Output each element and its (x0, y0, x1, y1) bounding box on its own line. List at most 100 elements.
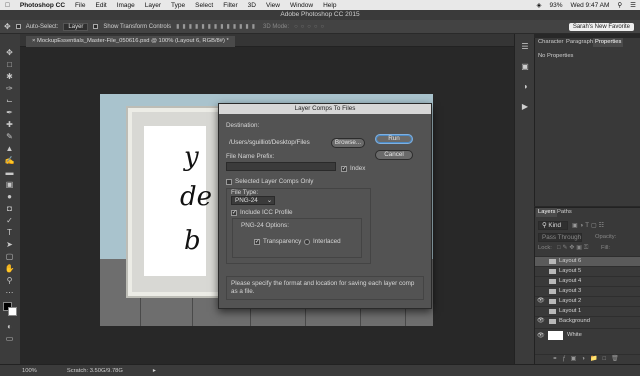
clone-stamp-tool-icon[interactable]: ▲ (4, 144, 15, 154)
battery-percent[interactable]: 93% (545, 2, 566, 9)
workspace-switcher[interactable]: Sarah's New Favorite (568, 22, 634, 31)
file-name-prefix-input[interactable] (226, 162, 336, 171)
show-transform-checkbox[interactable] (93, 24, 99, 29)
eraser-tool-icon[interactable]: ▬ (4, 168, 15, 178)
visibility-icon[interactable]: 👁 (537, 317, 545, 326)
quick-mask-icon[interactable]: ◐ (4, 322, 15, 332)
hand-tool-icon[interactable]: ✋ (4, 264, 15, 274)
tools-panel: ✥ □ ✱ ✑ ⌙ ✒ ✚ ✎ ▲ ✍ ▬ ▣ ● ◘ ✓ T ➤ ▢ ✋ ⚲ … (0, 34, 20, 364)
eyedropper-tool-icon[interactable]: ✒ (4, 108, 15, 118)
layer-row[interactable]: 👁 Layout 2 (535, 296, 640, 306)
dodge-tool-icon[interactable]: ◘ (4, 204, 15, 214)
folder-icon (549, 279, 556, 284)
list-icon[interactable]: ☰ (626, 1, 640, 9)
gradient-tool-icon[interactable]: ▣ (4, 180, 15, 190)
move-tool-icon[interactable]: ✥ (4, 48, 15, 58)
zoom-level[interactable]: 100% (22, 368, 37, 374)
layer-name: Layout 4 (559, 278, 582, 284)
actions-panel-icon[interactable]: ▶ (520, 102, 530, 112)
menu-file[interactable]: File (70, 2, 90, 9)
browse-button[interactable]: Browse... (331, 138, 365, 148)
background-color-swatch[interactable] (8, 307, 17, 316)
quick-select-tool-icon[interactable]: ✑ (4, 84, 15, 94)
opacity-label: Opacity: (595, 234, 617, 240)
shape-tool-icon[interactable]: ▢ (4, 252, 15, 262)
blur-tool-icon[interactable]: ● (4, 192, 15, 202)
lasso-tool-icon[interactable]: ✱ (4, 72, 15, 82)
healing-brush-tool-icon[interactable]: ✚ (4, 120, 15, 130)
move-tool-icon[interactable]: ✥ (4, 22, 11, 31)
layer-row[interactable]: Layout 5 (535, 266, 640, 276)
adjustments-panel-icon[interactable]: ◑ (520, 82, 530, 92)
menu-type[interactable]: Type (166, 2, 190, 9)
crop-tool-icon[interactable]: ⌙ (4, 96, 15, 106)
layer-filter-icons[interactable]: ▣◑T▢☷ (572, 222, 606, 229)
dialog-title: Layer Comps To Files (219, 104, 431, 114)
more-tools-icon[interactable]: ⋯ (4, 288, 15, 298)
menu-3d[interactable]: 3D (243, 2, 261, 9)
screen-mode-icon[interactable]: ▭ (4, 334, 15, 344)
menu-app-name[interactable]: Photoshop CC (15, 2, 70, 9)
layer-row[interactable]: 👁 White (535, 328, 640, 342)
marquee-tool-icon[interactable]: □ (4, 60, 15, 70)
properties-panel: Character Paragraph Properties No Proper… (534, 38, 640, 206)
tab-character[interactable]: Character (536, 38, 565, 47)
auto-select-target-dropdown[interactable]: Layer (63, 22, 89, 31)
layers-footer-icons[interactable]: ⚭ƒ▣◑📁□🗑 (535, 354, 640, 364)
fill-label: Fill: (601, 245, 611, 251)
pen-tool-icon[interactable]: ✓ (4, 216, 15, 226)
layer-row[interactable]: Layout 6 (535, 256, 640, 266)
layer-row[interactable]: Layout 3 (535, 286, 640, 296)
layer-filter-kind-dropdown[interactable]: ⚲ Kind (538, 221, 568, 230)
layer-row[interactable]: Layout 4 (535, 276, 640, 286)
layer-comps-panel-icon[interactable]: ▣ (520, 62, 530, 72)
artwork-script-line: b (184, 226, 201, 256)
layer-row[interactable]: Layout 1 (535, 306, 640, 316)
clock[interactable]: Wed 9:47 AM (567, 2, 614, 9)
tab-properties[interactable]: Properties (593, 38, 624, 47)
include-icc-checkbox[interactable]: ✓ (231, 210, 237, 216)
path-select-tool-icon[interactable]: ➤ (4, 240, 15, 250)
status-arrow-icon[interactable]: ▸ (153, 368, 156, 374)
interlaced-checkbox[interactable] (304, 239, 310, 245)
document-tab-bar: × MockupEssentials_Master-File_050616.ps… (20, 34, 514, 47)
3d-mode-icons[interactable]: ○○○○○ (294, 24, 327, 30)
type-tool-icon[interactable]: T (4, 228, 15, 238)
visibility-icon[interactable]: 👁 (537, 297, 545, 306)
lock-icons[interactable]: □✎✥▣⚿ (557, 245, 590, 252)
brush-tool-icon[interactable]: ✎ (4, 132, 15, 142)
menu-layer[interactable]: Layer (140, 2, 166, 9)
menu-help[interactable]: Help (318, 2, 341, 9)
layer-row[interactable]: 👁 Background (535, 316, 640, 326)
blend-mode-dropdown[interactable]: Pass Through (538, 233, 582, 242)
history-panel-icon[interactable]: ☰ (520, 42, 530, 52)
selected-comps-only-checkbox[interactable] (226, 179, 232, 185)
options-bar: ✥ Auto-Select: Layer Show Transform Cont… (0, 20, 640, 34)
apple-menu-icon[interactable]:  (0, 2, 15, 9)
auto-select-checkbox[interactable] (15, 24, 21, 29)
layer-filter-kind-value: Kind (548, 222, 561, 229)
zoom-tool-icon[interactable]: ⚲ (4, 276, 15, 286)
run-button[interactable]: Run (375, 134, 413, 144)
transparency-checkbox[interactable]: ✓ (254, 239, 260, 245)
file-name-prefix-label: File Name Prefix: (226, 153, 275, 160)
menu-window[interactable]: Window (285, 2, 318, 9)
wifi-icon[interactable]: ◈ (532, 1, 545, 9)
cancel-button[interactable]: Cancel (375, 150, 413, 160)
search-icon[interactable]: ⚲ (613, 1, 626, 9)
history-brush-tool-icon[interactable]: ✍ (4, 156, 15, 166)
layers-panel: Layers Paths ⚲ Kind ▣◑T▢☷ Pass Through O… (534, 207, 640, 364)
index-checkbox[interactable]: ✓ (341, 166, 347, 172)
menu-filter[interactable]: Filter (218, 2, 242, 9)
menu-image[interactable]: Image (112, 2, 140, 9)
tab-paragraph[interactable]: Paragraph (564, 38, 595, 47)
menu-edit[interactable]: Edit (91, 2, 112, 9)
visibility-icon[interactable]: 👁 (537, 330, 545, 343)
folder-icon (549, 319, 556, 324)
tab-paths[interactable]: Paths (555, 208, 574, 217)
menu-view[interactable]: View (261, 2, 285, 9)
align-icons[interactable]: ▮▮▮▮▮▮▮▮▮▮▮▮▮ (176, 23, 258, 30)
file-type-select[interactable]: PNG-24 ⌄ (231, 196, 275, 205)
document-tab[interactable]: × MockupEssentials_Master-File_050616.ps… (26, 36, 235, 47)
menu-select[interactable]: Select (190, 2, 218, 9)
